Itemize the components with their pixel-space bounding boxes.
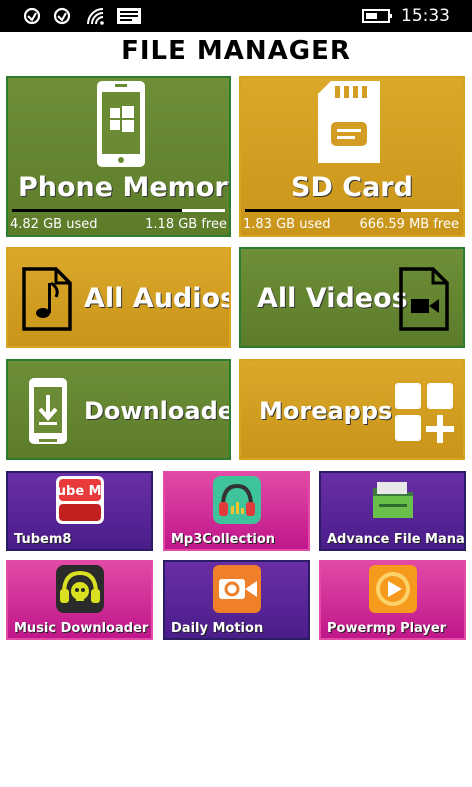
storage-bar [245, 209, 459, 212]
moreapps-tile[interactable]: Moreapps [239, 359, 465, 460]
all-audios-tile[interactable]: All Audios [6, 247, 231, 348]
tile-label: Phone Memory [18, 172, 231, 203]
music-file-icon [22, 267, 72, 331]
download-phone-icon [29, 378, 67, 444]
app-tile-music-downloader[interactable]: Music Downloader [6, 560, 153, 640]
phone-windows-icon [97, 81, 145, 167]
tile-label: Moreapps [259, 397, 393, 425]
app-tile-tubem8[interactable]: Tube M8 Tubem8 [6, 471, 153, 551]
message-icon [117, 8, 141, 24]
app-label: Advance File Manager [327, 532, 465, 547]
daily-motion-icon [212, 565, 261, 613]
clock: 15:33 [401, 6, 450, 26]
app-label: Tubem8 [14, 532, 72, 547]
downloaded-tile[interactable]: Downloaded [6, 359, 231, 460]
tile-label: SD Card [291, 172, 413, 203]
storage-bar-fill [12, 209, 183, 212]
used-label: 1.83 GB used [243, 217, 331, 232]
app-tile-advance-file-manager[interactable]: Advance File Manager [319, 471, 466, 551]
music-downloader-icon [55, 565, 104, 613]
all-videos-tile[interactable]: All Videos [239, 247, 465, 348]
tubem8-icon: Tube M8 [55, 476, 104, 524]
wifi-icon [87, 8, 104, 25]
advance-file-manager-icon [372, 482, 413, 518]
apps-plus-icon [395, 383, 454, 443]
page-title: FILE MANAGER [121, 36, 351, 66]
app-label: Music Downloader [14, 621, 149, 636]
app-tile-daily-motion[interactable]: Daily Motion [163, 560, 310, 640]
storage-bar-fill [245, 209, 402, 212]
sd-card-icon [318, 81, 380, 163]
storage-bar [12, 209, 225, 212]
app-label: Daily Motion [171, 621, 264, 636]
battery-icon [362, 9, 392, 23]
used-label: 4.82 GB used [10, 217, 98, 232]
mp3collection-icon [212, 476, 261, 524]
sync-icon [53, 7, 71, 25]
app-label: Mp3Collection [171, 532, 276, 547]
tile-label: All Videos [257, 283, 408, 314]
app-tile-mp3collection[interactable]: Mp3Collection [163, 471, 310, 551]
sync-icon [23, 7, 41, 25]
free-label: 666.59 MB free [359, 217, 459, 232]
app-label: Powermp Player [327, 621, 447, 636]
video-file-icon [399, 267, 449, 331]
tile-label: All Audios [84, 283, 231, 314]
powermp-player-icon [368, 565, 417, 613]
app-tile-powermp-player[interactable]: Powermp Player [319, 560, 466, 640]
free-label: 1.18 GB free [145, 217, 227, 232]
tubem8-logo-text: Tube M8 [56, 484, 104, 499]
phone-memory-tile[interactable]: Phone Memory 4.82 GB used 1.18 GB free [6, 76, 231, 237]
tile-label: Downloaded [84, 397, 229, 425]
sd-card-tile[interactable]: SD Card 1.83 GB used 666.59 MB free [239, 76, 465, 237]
status-bar: 15:33 [0, 0, 472, 32]
